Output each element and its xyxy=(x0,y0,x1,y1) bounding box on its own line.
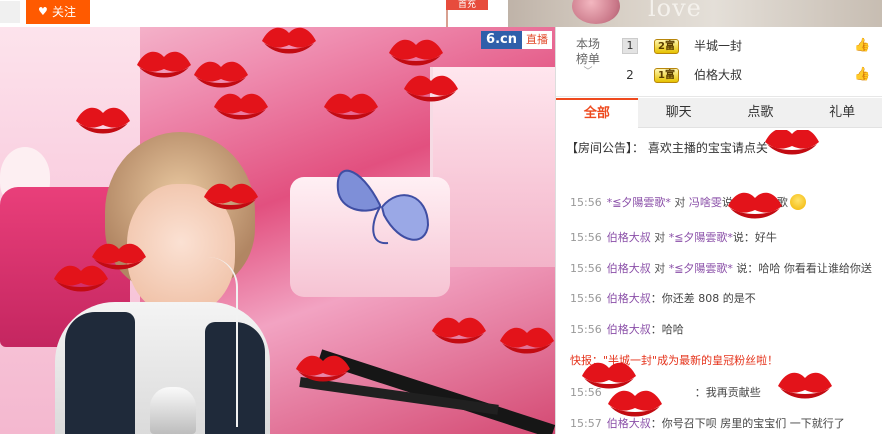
banner-text: love xyxy=(648,0,702,22)
message-time: 15:57 xyxy=(570,417,602,430)
kiss-effect xyxy=(262,27,316,54)
notice-tag: 【房间公告】 xyxy=(566,141,633,155)
thumbs-up-icon[interactable]: 👍 xyxy=(854,37,870,54)
streamer-vest-left xyxy=(65,312,135,434)
chat-message: 15:56 伯格大叔：你还差 808 的是不 xyxy=(570,290,756,308)
site-brand: 6.cn xyxy=(481,31,522,49)
chat-message: 15:56 伯格大叔 对 *≦夕陽雲歌* 说：哈哈 你看看让谁给你送 xyxy=(570,260,872,278)
message-target[interactable]: 冯啥雯 xyxy=(689,196,722,209)
wealth-level-badge: 1富 xyxy=(654,68,679,83)
heart-icon: ♥ xyxy=(38,5,48,18)
message-sender[interactable]: 伯格大叔 xyxy=(607,262,651,275)
rank-user-name[interactable]: 伯格大叔 xyxy=(694,66,742,83)
rank-number: 2 xyxy=(626,68,634,82)
follow-label: 关注 xyxy=(52,5,77,19)
side-panel: 本场 榜单 ﹀ 1 2富 半城一封 👍 2 1富 伯格大叔 👍 全部 聊天 点歌… xyxy=(555,27,882,434)
message-text: ：我再贡献些 xyxy=(694,386,761,399)
message-time: 15:56 xyxy=(570,323,602,336)
message-to: 对 xyxy=(670,196,689,209)
chat-log[interactable]: 【房间公告】： 喜欢主播的宝宝请点关 15:56*≦夕陽雲歌* 对 冯啥雯说：夕… xyxy=(556,130,882,434)
first-charge-tab[interactable]: 首充 xyxy=(446,0,488,10)
message-time: 15:56 xyxy=(570,292,602,305)
yarn-heart-decoration xyxy=(572,0,620,24)
tab-all[interactable]: 全部 xyxy=(556,98,638,128)
top-left-chip[interactable] xyxy=(0,1,20,23)
message-text: ：哈哈 xyxy=(650,323,684,336)
leaderboard-toggle[interactable]: 本场 榜单 ﹀ xyxy=(568,37,608,77)
chat-tabs: 全部 聊天 点歌 礼单 xyxy=(556,98,882,128)
kiss-effect xyxy=(204,183,258,210)
kiss-effect xyxy=(432,317,486,344)
kiss-effect xyxy=(500,327,554,354)
message-time: 15:56 xyxy=(570,262,602,275)
kiss-effect xyxy=(608,390,662,417)
kiss-effect xyxy=(76,107,130,134)
chevron-down-icon: ﹀ xyxy=(583,67,593,77)
leaderboard: 本场 榜单 ﹀ 1 2富 半城一封 👍 2 1富 伯格大叔 👍 xyxy=(556,27,882,97)
kiss-effect xyxy=(324,93,378,120)
message-sender[interactable]: *≦夕陽雲歌* xyxy=(607,196,671,209)
leaderboard-title-2: 榜单 xyxy=(575,52,600,66)
message-time: 15:56 xyxy=(570,231,602,244)
leaderboard-row[interactable]: 1 2富 半城一封 👍 xyxy=(622,35,874,57)
message-to: 对 xyxy=(650,231,669,244)
chat-message: 15:56 伯格大叔：哈哈 xyxy=(570,321,684,339)
kiss-effect xyxy=(404,75,458,102)
message-target[interactable]: *≦夕陽雲歌* xyxy=(669,262,733,275)
message-text: ：你还差 808 的是不 xyxy=(650,292,756,305)
message-text: 说：哈哈 你看看让谁给你送 xyxy=(732,262,872,275)
message-time: 15:56 xyxy=(570,196,602,209)
leaderboard-title-1: 本场 xyxy=(575,37,600,51)
message-text: 说：好牛 xyxy=(732,231,777,244)
thumbs-up-icon[interactable]: 👍 xyxy=(854,66,870,83)
rank-number: 1 xyxy=(622,38,638,54)
tab-song-request[interactable]: 点歌 xyxy=(720,98,802,128)
top-bar: ♥ 关注 首充 love xyxy=(0,0,882,27)
kiss-effect xyxy=(765,130,819,155)
chat-message: 15:56 伯格大叔 对 *≦夕陽雲歌*说：好牛 xyxy=(570,229,777,247)
message-to: 对 xyxy=(650,262,669,275)
kiss-effect xyxy=(296,355,350,382)
rank-user-name[interactable]: 半城一封 xyxy=(694,37,742,54)
live-label: 直播 xyxy=(522,31,552,49)
kiss-effect xyxy=(137,51,191,78)
kiss-effect xyxy=(778,372,832,399)
microphone xyxy=(150,387,196,434)
tab-chat[interactable]: 聊天 xyxy=(638,98,720,128)
wealth-level-badge: 2富 xyxy=(654,39,679,54)
kiss-effect xyxy=(728,192,782,219)
live-video[interactable]: 6.cn 直播 xyxy=(0,27,555,434)
earphone-cable xyxy=(208,257,238,427)
room-notice: 【房间公告】： 喜欢主播的宝宝请点关 xyxy=(566,139,768,156)
leaderboard-row[interactable]: 2 1富 伯格大叔 👍 xyxy=(622,64,874,86)
notice-text: ： 喜欢主播的宝宝请点关 xyxy=(632,141,768,155)
message-target[interactable]: *≦夕陽雲歌* xyxy=(669,231,733,244)
message-sender[interactable]: 伯格大叔 xyxy=(607,292,651,305)
butterfly-effect xyxy=(336,169,430,245)
tab-gift-list[interactable]: 礼单 xyxy=(801,98,882,128)
kiss-effect xyxy=(54,265,108,292)
message-text: ：你号召下呗 房里的宝宝们 一下就行了 xyxy=(650,417,845,430)
message-sender[interactable]: 伯格大叔 xyxy=(607,231,651,244)
follow-button[interactable]: ♥ 关注 xyxy=(26,0,90,24)
smile-emoji-icon xyxy=(789,194,806,210)
top-banner[interactable]: love xyxy=(508,0,882,27)
message-sender[interactable]: 伯格大叔 xyxy=(607,323,651,336)
kiss-effect xyxy=(214,93,268,120)
site-logo-badge[interactable]: 6.cn 直播 xyxy=(481,31,552,49)
